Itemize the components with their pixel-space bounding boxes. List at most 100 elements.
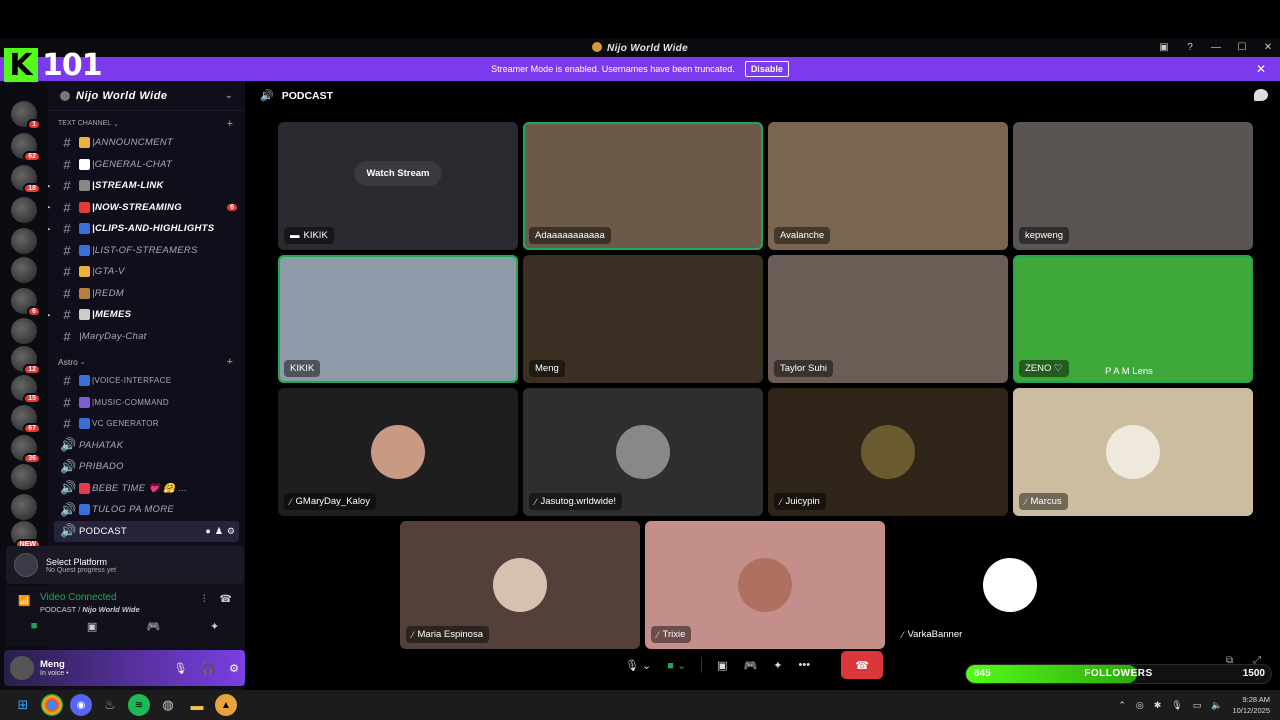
participant-tile[interactable]: ⁄ Marcus (1013, 388, 1253, 516)
microphone-icon[interactable]: 🎙 (173, 662, 187, 675)
channel-item[interactable]: # |GTA-V (48, 261, 245, 283)
inbox-icon[interactable]: ▣ (1158, 42, 1170, 53)
spotify-icon[interactable]: ≋ (128, 694, 150, 716)
channel-item[interactable]: 🔊 PAHATAK (48, 435, 245, 457)
disconnect-button[interactable]: ☎ (841, 651, 884, 679)
server-icon[interactable]: 67 (11, 405, 41, 434)
disable-button[interactable]: Disable (744, 61, 789, 77)
app-icon[interactable]: ▲ (215, 694, 237, 716)
avatar[interactable] (10, 656, 34, 680)
participant-tile[interactable]: ⁄ Maria Espinosa (400, 521, 640, 649)
server-icon[interactable] (11, 464, 37, 490)
channel-item[interactable]: # |MUSIC-COMMAND (48, 392, 245, 414)
server-icon[interactable] (11, 257, 37, 283)
more-button[interactable]: ••• (794, 652, 816, 678)
server-icon[interactable]: 36 (11, 435, 41, 464)
tray-bt-icon[interactable]: ✱ (1154, 700, 1162, 711)
soundboard-icon[interactable]: ✦ (210, 620, 219, 633)
banner-close-icon[interactable]: ✕ (1256, 62, 1266, 76)
quest-panel[interactable]: Select Platform No Quest progress yet (6, 546, 244, 584)
tray-app-icon[interactable]: ◎ (1136, 700, 1144, 711)
minimize-button[interactable]: — (1210, 42, 1222, 53)
screen-share-icon[interactable]: ▣ (87, 620, 97, 633)
discord-icon[interactable]: ◉ (70, 694, 92, 716)
channel-item[interactable]: ▸ # |MEMES (48, 304, 245, 326)
server-icon[interactable] (11, 494, 37, 520)
participant-tile[interactable]: Taylor Suhi (768, 255, 1008, 383)
help-icon[interactable]: ? (1184, 42, 1196, 53)
activity-icon[interactable]: 🎮 (147, 620, 161, 633)
disconnect-icon[interactable]: ☎ (220, 594, 232, 605)
participant-tile[interactable]: ⁄ Trixie (645, 521, 885, 649)
server-icon[interactable]: 1 (11, 101, 41, 130)
tray-mic-icon[interactable]: 🎙 (1171, 700, 1182, 711)
category-text-channel[interactable]: TEXT CHANNEL ⌄ + (48, 115, 245, 132)
server-icon[interactable]: 18 (11, 165, 41, 194)
participant-tile[interactable]: Watch Stream ▬ KIKIK (278, 122, 518, 250)
steam-icon[interactable]: ♨ (99, 694, 121, 716)
chat-icon[interactable]: ● (205, 526, 210, 537)
channel-item[interactable]: 🔊 BEBE TIME 💗 🤗 ... (48, 478, 245, 500)
activity-button[interactable]: 🎮 (739, 652, 763, 678)
file-explorer-icon[interactable]: ▬ (186, 694, 208, 716)
camera-icon[interactable]: ■ (31, 620, 38, 633)
server-icon[interactable]: 6 (11, 288, 41, 317)
settings-icon[interactable]: ⚙ (227, 526, 235, 537)
volume-icon[interactable]: 🔈 (1211, 700, 1222, 711)
headphones-icon[interactable]: 🎧 (201, 662, 215, 675)
channel-item[interactable]: # |ANNOUNCMENT (48, 132, 245, 154)
microphone-toggle-button[interactable]: 🎙 ⌄ (620, 652, 656, 678)
screen-share-button[interactable]: ▣ (712, 652, 732, 678)
chrome-icon[interactable] (41, 694, 63, 716)
close-button[interactable]: ✕ (1262, 42, 1274, 53)
invite-icon[interactable]: ♟ (215, 526, 223, 537)
category-astro[interactable]: Astro ⌄ + (48, 353, 245, 370)
chat-icon[interactable] (1254, 89, 1268, 101)
add-channel-icon[interactable]: + (227, 356, 233, 368)
channel-item[interactable]: ▸ # |STREAM-LINK (48, 175, 245, 197)
watch-stream-button[interactable]: Watch Stream (354, 161, 442, 186)
server-icon[interactable]: 15 (11, 375, 41, 404)
network-icon[interactable]: ▭ (1193, 700, 1202, 711)
participant-tile[interactable]: ⁄ GMaryDay_Kaloy (278, 388, 518, 516)
channel-item[interactable]: ▸ # |NOW-STREAMING 6 (48, 197, 245, 219)
channel-item[interactable]: # VC GENERATOR (48, 413, 245, 435)
signal-icon[interactable]: 📶 (18, 596, 30, 607)
noise-suppression-icon[interactable]: ⫶ (203, 594, 206, 605)
server-icon[interactable]: 62 (11, 133, 41, 162)
chevron-up-icon[interactable]: ⌃ (1118, 700, 1126, 711)
channel-item[interactable]: # |VOICE-INTERFACE (48, 370, 245, 392)
obs-icon[interactable]: ◍ (157, 694, 179, 716)
camera-toggle-button[interactable]: ■ ⌄ (662, 652, 691, 678)
add-channel-icon[interactable]: + (227, 118, 233, 130)
channel-item[interactable]: # |MaryDay-Chat (48, 326, 245, 348)
gear-icon[interactable]: ⚙ (229, 662, 239, 675)
participant-tile[interactable]: P A M Lens ZENO ♡ (1013, 255, 1253, 383)
channel-item[interactable]: # |GENERAL-CHAT (48, 154, 245, 176)
server-icon[interactable]: 12 (11, 346, 41, 375)
participant-tile[interactable]: Avalanche (768, 122, 1008, 250)
participant-tile[interactable]: KIKIK (278, 255, 518, 383)
participant-tile[interactable]: ⁄ Jasutog.wrldwide! (523, 388, 763, 516)
channel-item[interactable]: 🔊 PRIBADO (48, 456, 245, 478)
server-icon[interactable] (11, 228, 37, 254)
channel-item[interactable]: ▸ # |CLIPS-AND-HIGHLIGHTS (48, 218, 245, 240)
channel-podcast[interactable]: 🔊 PODCAST ● ♟ ⚙ (54, 520, 239, 542)
participant-tile[interactable]: Adaaaaaaaaaaa (523, 122, 763, 250)
participant-tile[interactable]: kepweng (1013, 122, 1253, 250)
participant-tile[interactable]: ⁄ VarkaBanner (890, 521, 1130, 649)
channel-item[interactable]: 🔊 TULOG PA MORE (48, 499, 245, 521)
server-icon[interactable]: NEW (11, 521, 41, 550)
server-icon[interactable] (11, 197, 37, 223)
soundboard-button[interactable]: ✦ (768, 652, 787, 678)
server-icon[interactable] (11, 318, 37, 344)
channel-item[interactable]: # |REDM (48, 283, 245, 305)
channel-item[interactable]: # |LIST-OF-STREAMERS (48, 240, 245, 262)
participant-tile[interactable]: Meng (523, 255, 763, 383)
windows-start-icon[interactable]: ⊞ (12, 694, 34, 716)
participant-tile[interactable]: ⁄ Juicypin (768, 388, 1008, 516)
maximize-button[interactable]: ☐ (1236, 42, 1248, 53)
clock[interactable]: 9:28 AM 10/12/2025 (1232, 694, 1270, 716)
guild-header[interactable]: Nijo World Wide ⌄ (48, 81, 245, 111)
voice-status[interactable]: Video Connected (40, 592, 117, 603)
